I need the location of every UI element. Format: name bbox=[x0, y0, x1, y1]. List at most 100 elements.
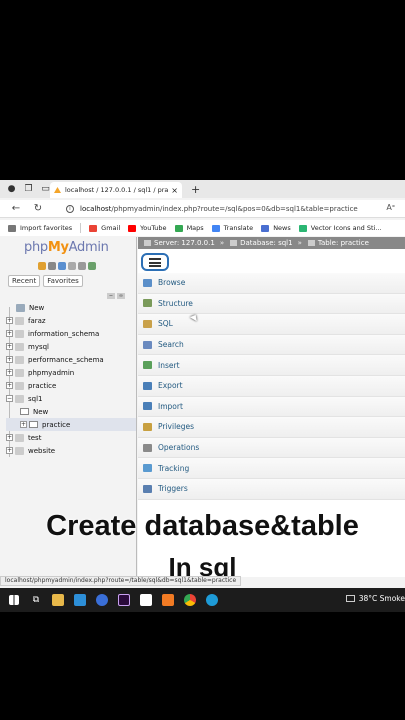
menu-item-sql[interactable]: SQL bbox=[138, 314, 405, 335]
expand-icon[interactable]: + bbox=[6, 434, 13, 441]
expand-icon[interactable]: + bbox=[6, 343, 13, 350]
bookmark-label: Translate bbox=[223, 224, 254, 232]
menu-item-triggers[interactable]: Triggers bbox=[138, 478, 405, 500]
news-icon bbox=[261, 224, 270, 232]
xampp-icon[interactable] bbox=[160, 593, 176, 607]
app-blue-circle-icon[interactable] bbox=[94, 593, 110, 607]
expand-icon[interactable]: + bbox=[6, 447, 13, 454]
site-info-icon[interactable]: i bbox=[66, 205, 74, 213]
database-icon bbox=[15, 381, 24, 390]
tree-item-new-database[interactable]: New bbox=[6, 301, 136, 314]
bookmark-gmail[interactable]: Gmail bbox=[89, 224, 120, 232]
tree-item-label: sql1 bbox=[28, 394, 43, 403]
close-tab-icon[interactable]: × bbox=[171, 186, 178, 195]
expand-icon[interactable]: + bbox=[6, 330, 13, 337]
file-explorer-icon[interactable] bbox=[50, 593, 66, 607]
settings-icon[interactable] bbox=[78, 262, 86, 270]
export-icon bbox=[143, 381, 152, 390]
collapse-all-icon[interactable]: − bbox=[107, 293, 115, 299]
expand-icon[interactable]: + bbox=[6, 369, 13, 376]
bookmark-translate[interactable]: Translate bbox=[211, 224, 254, 232]
table-icon bbox=[307, 240, 315, 246]
database-icon bbox=[15, 316, 24, 325]
expand-icon[interactable]: + bbox=[20, 421, 27, 428]
menu-item-label: Tracking bbox=[158, 463, 190, 473]
menu-item-operations[interactable]: Operations bbox=[138, 437, 405, 459]
phpmyadmin-logo[interactable]: phpMyAdmin bbox=[24, 240, 109, 255]
browse-icon bbox=[143, 278, 152, 287]
profile-icon[interactable]: ● bbox=[6, 184, 17, 195]
tree-item-sql1[interactable]: − sql1 bbox=[6, 392, 136, 405]
tree-item-new-table[interactable]: New bbox=[6, 405, 136, 418]
edge-icon[interactable] bbox=[204, 593, 220, 607]
tree-item-performance-schema[interactable]: + performance_schema bbox=[6, 353, 136, 366]
menu-item-structure[interactable]: Structure bbox=[138, 293, 405, 315]
breadcrumb-server[interactable]: Server: 127.0.0.1 bbox=[144, 239, 215, 247]
recent-button[interactable]: Recent bbox=[8, 275, 41, 287]
breadcrumb-database[interactable]: Database: sql1 bbox=[230, 239, 293, 247]
menu-item-privileges[interactable]: Privileges bbox=[138, 417, 405, 438]
server-icon bbox=[144, 240, 151, 246]
database-icon bbox=[15, 433, 24, 442]
tree-item-phpmyadmin[interactable]: + phpmyadmin bbox=[6, 366, 136, 379]
tab-actions-icon[interactable]: ❐ bbox=[23, 184, 34, 195]
reload-navigation-icon[interactable] bbox=[88, 262, 96, 270]
menu-item-search[interactable]: Search bbox=[138, 334, 405, 356]
tree-item-label: information_schema bbox=[28, 329, 100, 338]
collapse-icon[interactable]: − bbox=[6, 395, 13, 402]
bookmark-import-favorites[interactable]: Import favorites bbox=[8, 224, 72, 232]
breadcrumb-separator: » bbox=[297, 239, 302, 247]
menu-item-insert[interactable]: Insert bbox=[138, 355, 405, 376]
menu-item-label: Export bbox=[158, 381, 183, 391]
expand-icon[interactable]: + bbox=[6, 356, 13, 363]
bookmark-vector-icons[interactable]: Vector Icons and Sti... bbox=[298, 224, 382, 232]
menu-item-label: SQL bbox=[158, 319, 173, 329]
bookmark-youtube[interactable]: YouTube bbox=[128, 224, 167, 232]
vscode-icon[interactable] bbox=[72, 593, 88, 607]
tree-item-practice-db[interactable]: + practice bbox=[6, 379, 136, 392]
phpmyadmin-favicon-icon bbox=[54, 187, 61, 193]
weather-smoke-icon bbox=[345, 595, 355, 602]
tree-item-practice-table[interactable]: + practice bbox=[6, 418, 136, 431]
capcut-icon[interactable] bbox=[138, 593, 154, 607]
favorites-button[interactable]: Favorites bbox=[43, 275, 83, 287]
tree-item-website[interactable]: + website bbox=[6, 444, 136, 457]
browser-tab-phpmyadmin[interactable]: localhost / 127.0.0.1 / sql1 / prac × bbox=[50, 182, 182, 198]
menu-item-tracking[interactable]: Tracking bbox=[138, 458, 405, 479]
logo-admin: Admin bbox=[68, 240, 109, 255]
expand-icon[interactable]: + bbox=[6, 382, 13, 389]
tree-item-mysql[interactable]: + mysql bbox=[6, 340, 136, 353]
expand-icon[interactable]: + bbox=[6, 317, 13, 324]
task-view-icon[interactable]: ⧉ bbox=[28, 593, 44, 607]
menu-item-export[interactable]: Export bbox=[138, 375, 405, 397]
breadcrumb-table[interactable]: Table: practice bbox=[307, 239, 369, 247]
menu-toggle-button[interactable] bbox=[141, 253, 169, 271]
chrome-icon[interactable] bbox=[182, 593, 198, 607]
reload-icon[interactable]: ↻ bbox=[32, 203, 44, 214]
premiere-pro-icon[interactable] bbox=[116, 593, 132, 607]
home-icon[interactable] bbox=[38, 262, 46, 270]
docs-icon[interactable] bbox=[68, 262, 76, 270]
tree-item-label: practice bbox=[28, 381, 57, 390]
search-icon bbox=[143, 340, 152, 349]
logout-icon[interactable] bbox=[48, 262, 56, 270]
tree-item-faraz[interactable]: + faraz bbox=[6, 314, 136, 327]
bookmark-news[interactable]: News bbox=[261, 224, 291, 232]
menu-item-import[interactable]: Import bbox=[138, 396, 405, 418]
tree-item-label: test bbox=[28, 433, 42, 442]
new-tab-button[interactable]: + bbox=[191, 183, 200, 196]
menu-item-browse[interactable]: Browse bbox=[138, 273, 405, 294]
tree-item-test[interactable]: + test bbox=[6, 431, 136, 444]
insert-icon bbox=[143, 361, 152, 370]
windows-start-icon[interactable] bbox=[6, 593, 22, 607]
bookmark-maps[interactable]: Maps bbox=[174, 224, 204, 232]
tree-item-information-schema[interactable]: + information_schema bbox=[6, 327, 136, 340]
vue-icon bbox=[298, 224, 307, 232]
link-with-main-icon[interactable]: ∞ bbox=[117, 293, 125, 299]
weather-widget[interactable]: 38°C Smoke bbox=[345, 594, 405, 603]
back-arrow-icon[interactable]: ← bbox=[10, 203, 22, 214]
help-icon[interactable] bbox=[58, 262, 66, 270]
structure-icon bbox=[143, 299, 152, 308]
read-aloud-icon[interactable]: Aᐤ bbox=[386, 203, 395, 212]
url-field[interactable]: i localhost/phpmyadmin/index.php?route=/… bbox=[66, 202, 376, 216]
